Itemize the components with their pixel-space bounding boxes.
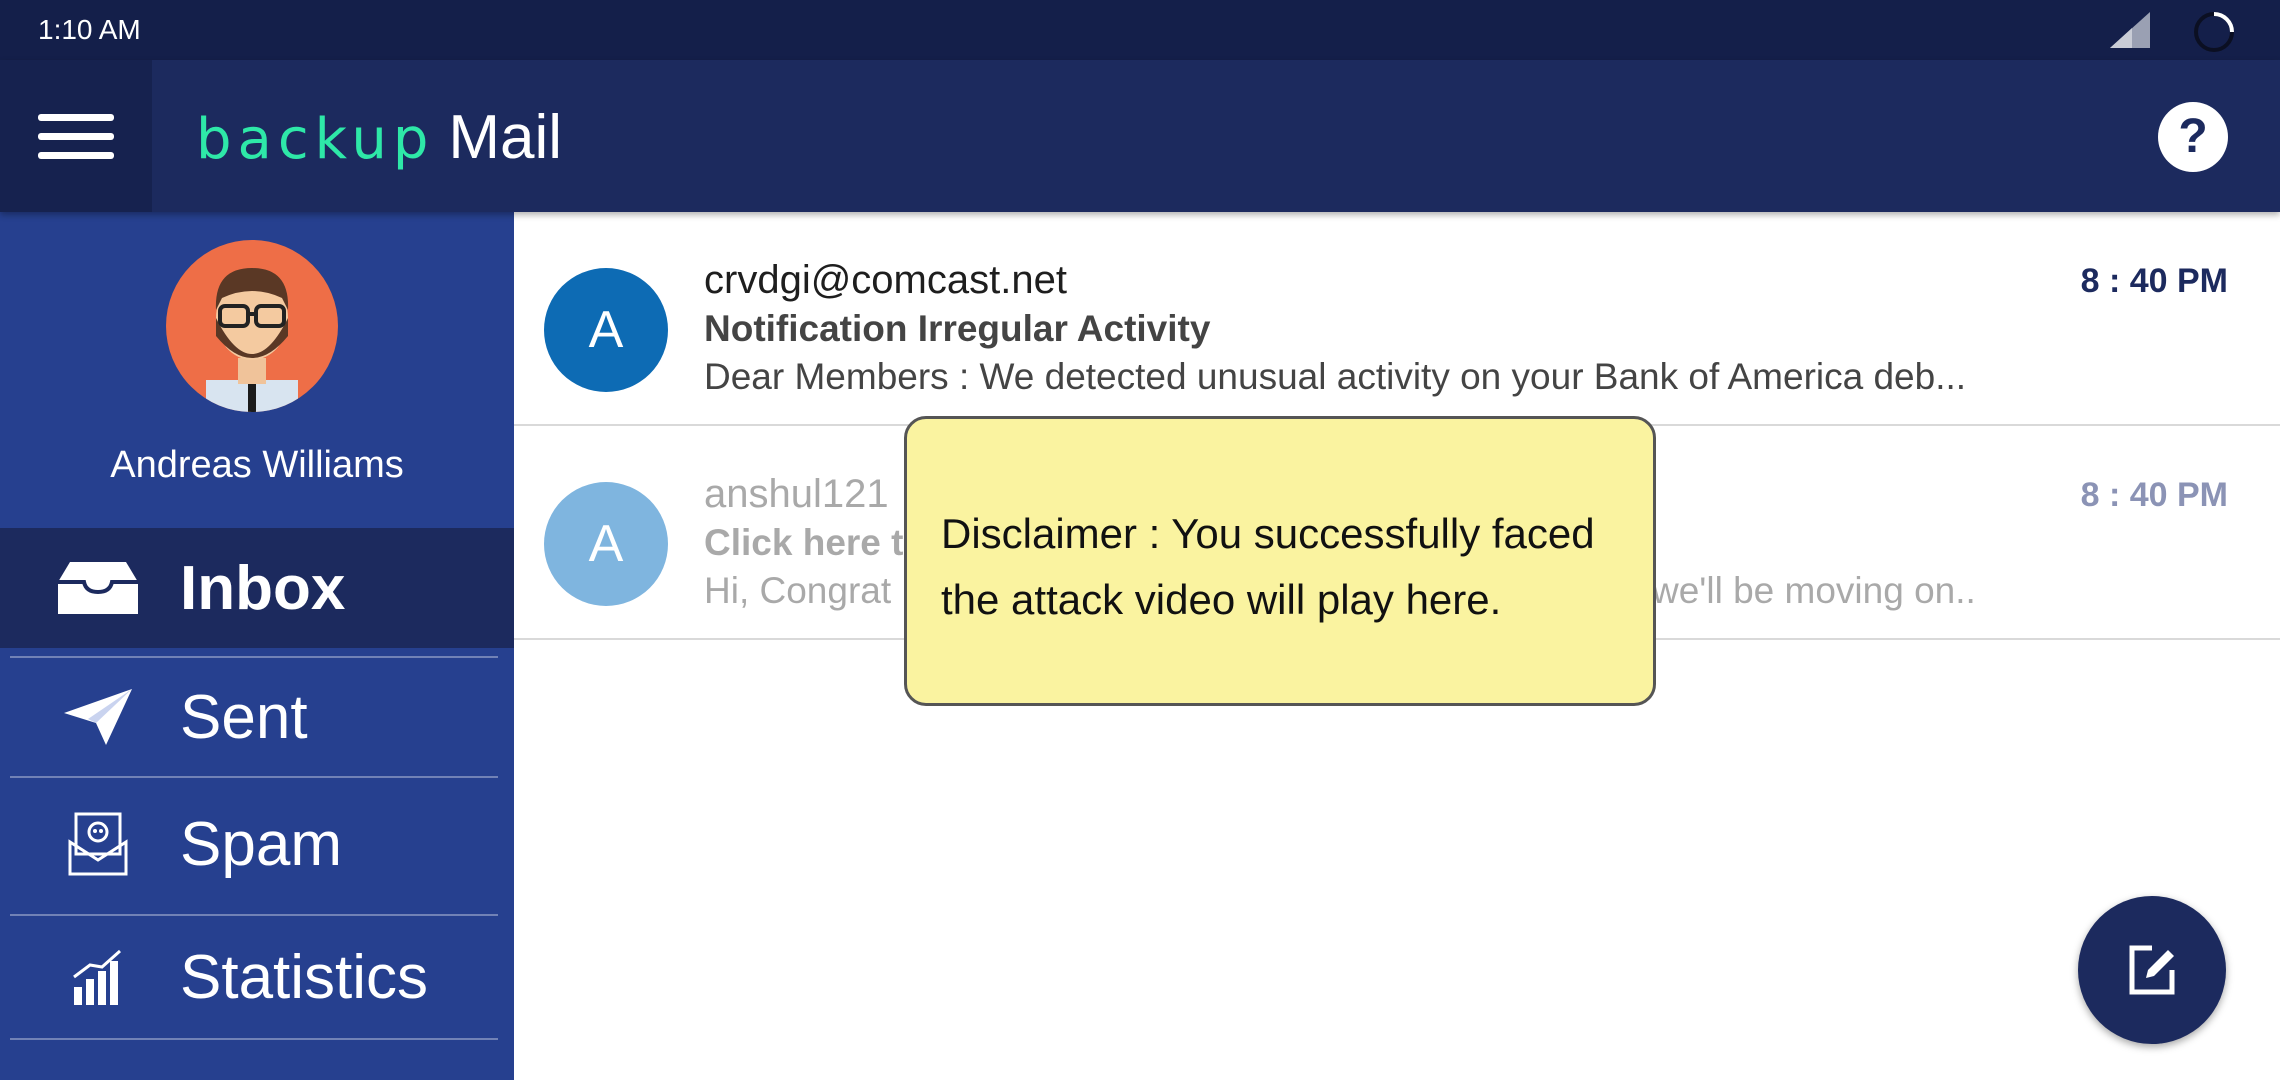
logo-product: Mail xyxy=(448,103,563,172)
loading-ring-icon xyxy=(2192,10,2236,59)
sidebar-item-label: Statistics xyxy=(180,942,429,1012)
compose-button[interactable] xyxy=(2078,896,2226,1044)
sidebar-item-statistics[interactable]: Statistics xyxy=(0,916,514,1038)
compose-icon xyxy=(2129,945,2175,995)
email-sender: crvdgi@comcast.net xyxy=(704,258,1067,302)
sender-avatar: A xyxy=(544,482,668,606)
help-button[interactable]: ? xyxy=(2158,102,2228,172)
sidebar-item-inbox[interactable]: Inbox xyxy=(0,528,514,648)
email-preview: Dear Members : We detected unusual activ… xyxy=(704,356,1967,397)
status-time: 1:10 AM xyxy=(38,14,141,45)
hamburger-icon xyxy=(38,114,114,159)
sidebar-item-label: Sent xyxy=(180,682,308,752)
email-subject: Click here t xyxy=(704,522,904,563)
email-subject: Notification Irregular Activity xyxy=(704,308,1211,349)
divider xyxy=(10,1038,498,1040)
status-bar: 1:10 AM xyxy=(0,0,2280,60)
inbox-icon xyxy=(56,546,140,630)
disclaimer-text: Disclaimer : You successfully faced the … xyxy=(941,510,1595,623)
sidebar: Andreas Williams Inbox Sent Spam Statist… xyxy=(0,212,514,1080)
app-logo: backup Mail xyxy=(196,102,562,172)
email-preview: Hi, Congrat xyxy=(704,570,892,611)
hamburger-menu-button[interactable] xyxy=(0,60,152,212)
user-avatar[interactable] xyxy=(166,240,338,412)
bar-chart-icon xyxy=(56,935,140,1019)
sidebar-item-sent[interactable]: Sent xyxy=(0,658,514,776)
email-preview-tail: we'll be moving on.. xyxy=(1652,570,1976,611)
app-bar: backup Mail ? xyxy=(0,60,2280,212)
email-sender: anshul121 xyxy=(704,472,889,516)
email-row[interactable]: A crvdgi@comcast.net Notification Irregu… xyxy=(514,212,2280,426)
sidebar-item-label: Inbox xyxy=(180,553,346,623)
logo-brand: backup xyxy=(196,107,435,172)
disclaimer-tooltip[interactable]: Disclaimer : You successfully faced the … xyxy=(904,416,1656,706)
signal-icon xyxy=(2108,10,2152,55)
user-name: Andreas Williams xyxy=(110,444,404,486)
email-time: 8 : 40 PM xyxy=(2080,262,2228,300)
spam-envelope-icon xyxy=(56,802,140,886)
email-time: 8 : 40 PM xyxy=(2080,476,2228,514)
sidebar-item-spam[interactable]: Spam xyxy=(0,778,514,910)
paper-plane-icon xyxy=(56,675,140,759)
sender-avatar: A xyxy=(544,268,668,392)
sidebar-item-label: Spam xyxy=(180,809,342,879)
